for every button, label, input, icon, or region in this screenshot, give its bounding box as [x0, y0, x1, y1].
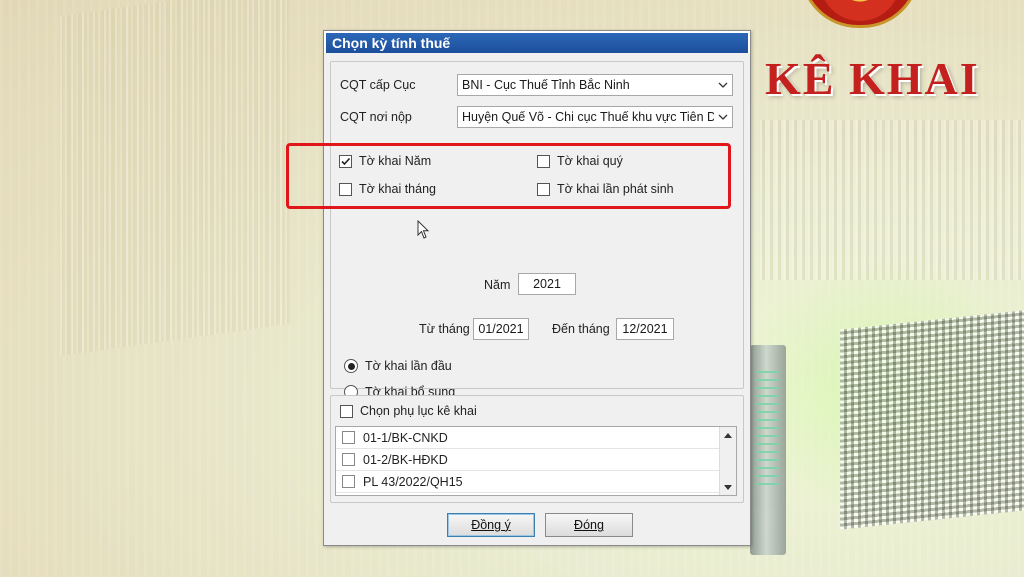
background-barcode-left — [60, 0, 290, 357]
year-input[interactable]: 2021 — [518, 273, 576, 295]
checkbox-box[interactable] — [339, 154, 352, 168]
checkbox-to-khai-lan-phat-sinh[interactable]: Tờ khai lần phát sinh — [537, 182, 674, 196]
checkbox-to-khai-nam[interactable]: Tờ khai Năm — [339, 154, 431, 168]
checkbox-label: Tờ khai quý — [557, 154, 623, 168]
from-month-label: Từ tháng — [419, 322, 470, 336]
list-item[interactable]: PL 43/2022/QH15 — [336, 471, 736, 493]
checkbox-box[interactable] — [342, 453, 355, 466]
scroll-up-icon[interactable] — [720, 427, 736, 443]
checkbox-box[interactable] — [339, 182, 352, 196]
year-value: 2021 — [533, 277, 561, 291]
period-settings-group: CQT cấp Cục BNI - Cục Thuế Tỉnh Bắc Ninh… — [330, 61, 744, 399]
checkbox-label: Tờ khai Năm — [359, 154, 432, 168]
select-tax-period-dialog: Chọn kỳ tính thuế CQT cấp Cục BNI - Cục … — [286, 30, 751, 546]
checkbox-chon-phu-luc[interactable]: Chọn phụ lục kê khai — [340, 404, 477, 418]
dialog-title: Chọn kỳ tính thuế — [326, 33, 748, 53]
national-emblem-icon — [800, 0, 920, 28]
checkbox-box[interactable] — [342, 475, 355, 488]
list-item-label: PL 43/2022/QH15 — [363, 474, 463, 489]
close-button-label: Đóng — [574, 518, 604, 532]
background-barcode-right — [760, 120, 1024, 280]
to-month-label: Đến tháng — [552, 322, 610, 336]
ok-button-label: Đồng ý — [471, 518, 511, 532]
background-server-icon — [750, 345, 786, 555]
brand-title: KÊ KHAI — [765, 53, 980, 104]
checkbox-to-khai-thang[interactable]: Tờ khai tháng — [339, 182, 436, 196]
scroll-down-icon[interactable] — [720, 479, 736, 495]
checkbox-box[interactable] — [537, 154, 550, 168]
cqt-noi-nop-label: CQT nơi nộp — [340, 110, 412, 124]
appendix-group: Chọn phụ lục kê khai 01-1/BK-CNKD 01-2/B… — [330, 395, 744, 503]
mouse-cursor-icon — [417, 220, 430, 239]
to-month-input[interactable]: 12/2021 — [616, 318, 674, 340]
ok-button[interactable]: Đồng ý — [447, 513, 535, 537]
list-item-label: 01-1/BK-CNKD — [363, 430, 448, 445]
cqt-noi-nop-value: Huyện Quế Võ - Chi cục Thuế khu vực Tiên… — [462, 110, 714, 124]
appendix-list[interactable]: 01-1/BK-CNKD 01-2/BK-HĐKD PL 43/2022/QH1… — [335, 426, 737, 496]
chevron-down-icon[interactable] — [714, 107, 732, 127]
dialog-titlebar[interactable]: Chọn kỳ tính thuế — [324, 31, 750, 53]
close-button[interactable]: Đóng — [545, 513, 633, 537]
cqt-cap-cuc-label: CQT cấp Cục — [340, 78, 416, 92]
cqt-noi-nop-select[interactable]: Huyện Quế Võ - Chi cục Thuế khu vực Tiên… — [457, 106, 733, 128]
cqt-cap-cuc-select[interactable]: BNI - Cục Thuế Tỉnh Bắc Ninh — [457, 74, 733, 96]
checkbox-to-khai-quy[interactable]: Tờ khai quý — [537, 154, 623, 168]
checkbox-label: Tờ khai lần phát sinh — [557, 182, 674, 196]
from-month-value: 01/2021 — [478, 322, 524, 336]
list-scrollbar[interactable] — [719, 427, 736, 495]
radio-button[interactable] — [344, 359, 358, 373]
checkbox-box[interactable] — [340, 404, 353, 418]
from-month-input[interactable]: 01/2021 — [473, 318, 529, 340]
radio-to-khai-lan-dau[interactable]: Tờ khai lần đầu — [344, 359, 452, 373]
checkbox-box[interactable] — [537, 182, 550, 196]
chevron-down-icon[interactable] — [714, 75, 732, 95]
list-item-label: 01-2/BK-HĐKD — [363, 452, 448, 467]
checkbox-label: Chọn phụ lục kê khai — [360, 404, 477, 418]
checkbox-label: Tờ khai tháng — [359, 182, 436, 196]
list-item[interactable]: 01-2/BK-HĐKD — [336, 449, 736, 471]
radio-label: Tờ khai lần đầu — [365, 359, 452, 373]
cqt-cap-cuc-value: BNI - Cục Thuế Tỉnh Bắc Ninh — [462, 78, 630, 92]
list-item[interactable]: 01-1/BK-CNKD — [336, 427, 736, 449]
to-month-value: 12/2021 — [622, 322, 668, 336]
background-qr-band — [840, 310, 1024, 530]
checkbox-box[interactable] — [342, 431, 355, 444]
year-label: Năm — [484, 278, 511, 292]
